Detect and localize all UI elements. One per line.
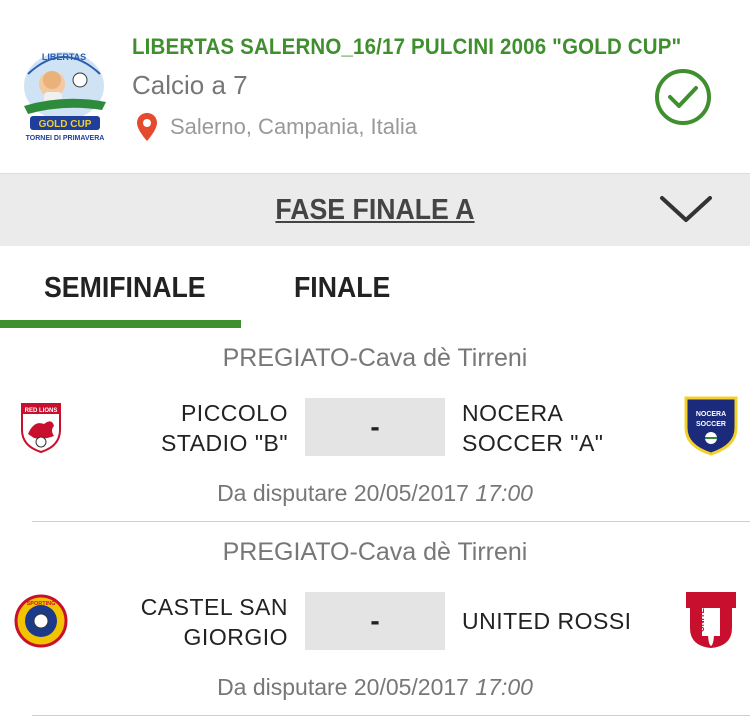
away-team-name-line1: NOCERA	[462, 400, 564, 426]
svg-text:NOCERA: NOCERA	[696, 411, 726, 418]
team-logo: SPORTING	[14, 594, 68, 648]
match-schedule: Da disputare 20/05/2017 17:00	[0, 674, 750, 701]
away-team-name-line1: UNITED ROSSI	[462, 608, 632, 634]
svg-text:SOCCER: SOCCER	[696, 421, 726, 428]
check-icon[interactable]	[654, 68, 712, 126]
svg-text:GOLD CUP: GOLD CUP	[39, 119, 92, 130]
match-card[interactable]: PREGIATO-Cava dè Tirreni SPORTING CASTEL…	[0, 524, 750, 718]
team-logo: UNITED	[686, 592, 736, 648]
map-pin-icon	[137, 113, 157, 141]
divider	[32, 715, 750, 716]
round-tabs: SEMIFINALE FINALE	[0, 246, 750, 330]
tournament-logo: LIBERTAS GOLD CUP TORNEI DI PRIMAVERA	[24, 52, 106, 142]
tab-finale[interactable]: FINALE	[294, 272, 390, 305]
match-score: -	[305, 398, 445, 456]
match-venue: PREGIATO-Cava dè Tirreni	[222, 344, 528, 372]
match-score: -	[305, 592, 445, 650]
match-status: Da disputare 20/05/2017	[217, 674, 469, 700]
home-team: CASTEL SAN GIORGIO	[141, 592, 288, 652]
team-logo: NOCERA SOCCER	[684, 396, 738, 456]
match-status: Da disputare 20/05/2017	[217, 480, 469, 506]
team-logo-text: UNITED	[697, 602, 706, 632]
divider	[32, 521, 750, 522]
svg-text:LIBERTAS: LIBERTAS	[42, 52, 86, 62]
team-logo: RED LIONS	[21, 403, 61, 454]
phase-selector[interactable]: FASE FINALE A	[0, 173, 750, 246]
tournament-title: LIBERTAS SALERNO_16/17 PULCINI 2006 "GOL…	[132, 34, 682, 59]
team-logo-text: RED LIONS	[25, 408, 58, 414]
away-team: UNITED ROSSI	[462, 606, 632, 636]
home-team: PICCOLO STADIO "B"	[161, 398, 288, 458]
sport-type: Calcio a 7	[132, 70, 248, 100]
active-tab-indicator	[0, 320, 241, 328]
home-team-name-line2: GIORGIO	[183, 624, 288, 650]
location: Salerno, Campania, Italia	[136, 112, 417, 142]
match-card[interactable]: PREGIATO-Cava dè Tirreni RED LIONS PICCO…	[0, 330, 750, 526]
match-schedule: Da disputare 20/05/2017 17:00	[0, 480, 750, 507]
phase-title[interactable]: FASE FINALE A	[30, 194, 720, 227]
location-text: Salerno, Campania, Italia	[170, 114, 418, 139]
svg-text:TORNEI DI PRIMAVERA: TORNEI DI PRIMAVERA	[26, 135, 105, 142]
home-team-name-line2: STADIO "B"	[161, 430, 288, 456]
match-time: 17:00	[475, 480, 533, 506]
home-team-name-line1: PICCOLO	[180, 400, 288, 426]
chevron-down-icon[interactable]	[658, 192, 714, 226]
away-team-name-line2: SOCCER "A"	[462, 430, 604, 456]
home-team-name-line1: CASTEL SAN	[140, 594, 288, 620]
tournament-header: LIBERTAS GOLD CUP TORNEI DI PRIMAVERA LI…	[0, 0, 750, 172]
match-venue: PREGIATO-Cava dè Tirreni	[222, 538, 528, 566]
team-logo-text: SPORTING	[27, 601, 56, 607]
tab-semifinale[interactable]: SEMIFINALE	[44, 272, 206, 305]
away-team: NOCERA SOCCER "A"	[462, 398, 603, 458]
match-time: 17:00	[475, 674, 533, 700]
